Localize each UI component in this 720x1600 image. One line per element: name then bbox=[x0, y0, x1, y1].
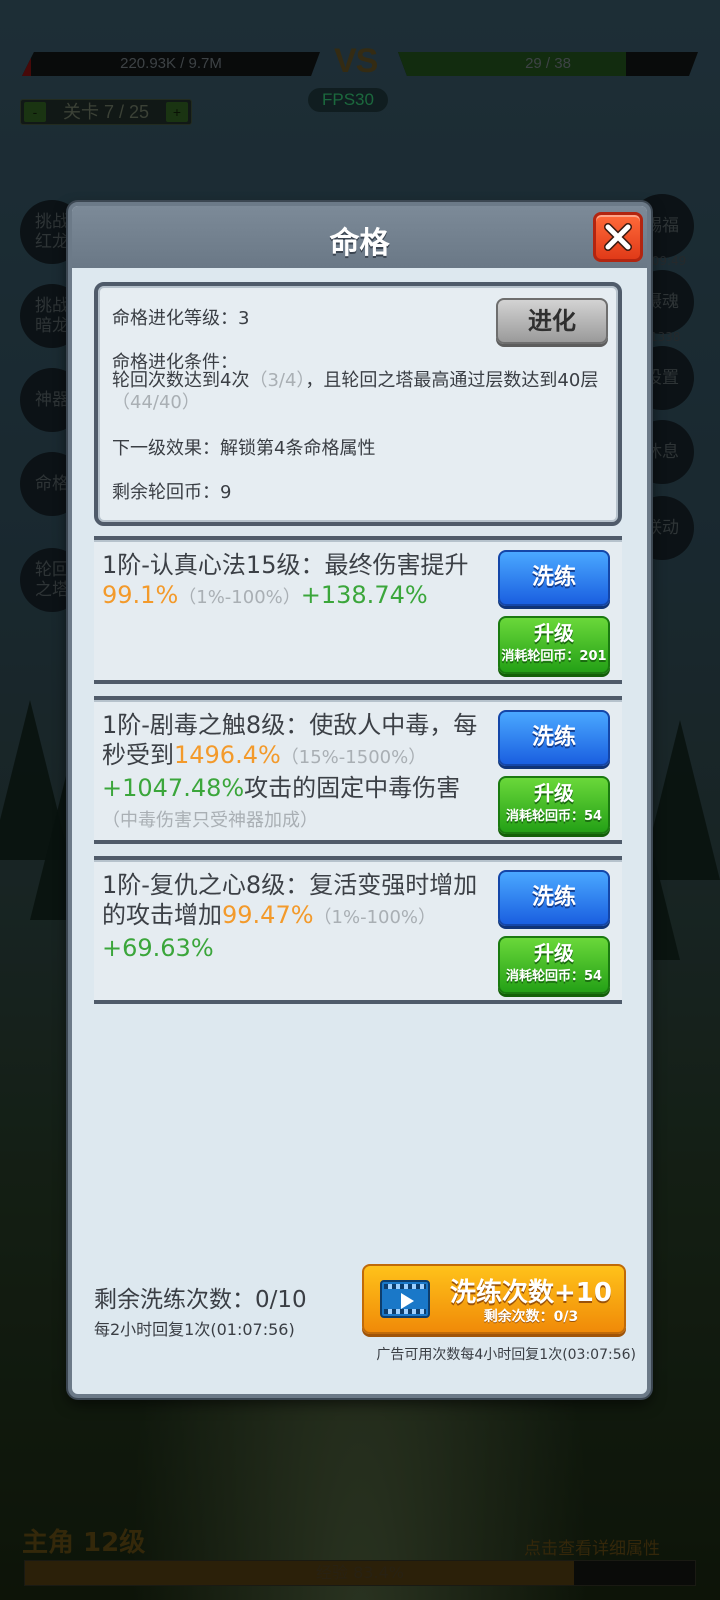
evolution-level: 命格进化等级：3 bbox=[112, 308, 250, 329]
slot-range: （15%-1500%） bbox=[280, 747, 427, 768]
upgrade-label: 升级 bbox=[534, 781, 574, 805]
condition-reincarnation: 轮回次数达到4次 bbox=[112, 370, 250, 391]
slot-bonus: +138.74% bbox=[300, 581, 428, 609]
close-icon bbox=[604, 223, 632, 251]
slot-bonus: +1047.48% bbox=[102, 774, 245, 802]
upgrade-button[interactable]: 升级 消耗轮回币：54 bbox=[498, 936, 610, 994]
dialog-title: 命格 bbox=[329, 226, 390, 261]
ad-button-title: 洗练次数+10 bbox=[450, 1278, 612, 1308]
slot-value: 99.1% bbox=[102, 581, 179, 609]
ad-recover-note: 广告可用次数每4小时回复1次(03:07:56) bbox=[376, 1347, 636, 1363]
upgrade-cost: 消耗轮回币：201 bbox=[501, 649, 607, 664]
refine-recover-timer: 每2小时回复1次(01:07:56) bbox=[94, 1320, 295, 1339]
slot-note: （中毒伤害只受神器加成） bbox=[102, 810, 318, 831]
dialog-header: 命格 bbox=[72, 206, 647, 268]
video-icon bbox=[380, 1280, 430, 1318]
slot-value: 1496.4% bbox=[174, 741, 281, 769]
fate-slot: 1阶-认真心法15级：最终伤害提升99.1%（1%-100%）+138.74% … bbox=[94, 536, 622, 684]
evolve-button[interactable]: 进化 bbox=[496, 298, 608, 344]
remaining-coins: 剩余轮回币：9 bbox=[112, 482, 232, 503]
slot-range: （1%-100%） bbox=[313, 907, 437, 928]
refine-button[interactable]: 洗练 bbox=[498, 710, 610, 766]
evolution-condition: 轮回次数达到4次（3/4），且轮回之塔最高通过层数达到40层 （44/40） bbox=[112, 370, 608, 414]
ad-remaining-count: 剩余次数：0/3 bbox=[483, 1309, 579, 1325]
evolution-info-panel: 命格进化等级：3 进化 命格进化条件： 轮回次数达到4次（3/4），且轮回之塔最… bbox=[94, 282, 622, 526]
next-level-effect: 下一级效果：解锁第4条命格属性 bbox=[112, 438, 376, 459]
remaining-refine-count: 剩余洗练次数：0/10 bbox=[94, 1287, 307, 1313]
slot-title: 1阶-认真心法15级：最终伤害提升 bbox=[102, 551, 469, 579]
fate-slot: 1阶-剧毒之触8级：使敌人中毒，每秒受到1496.4%（15%-1500%）+1… bbox=[94, 696, 622, 844]
upgrade-button[interactable]: 升级 消耗轮回币：54 bbox=[498, 776, 610, 834]
fate-slot: 1阶-复仇之心8级：复活变强时增加的攻击增加99.47%（1%-100%）+69… bbox=[94, 856, 622, 1004]
fate-slot-description: 1阶-剧毒之触8级：使敌人中毒，每秒受到1496.4%（15%-1500%）+1… bbox=[102, 710, 488, 836]
upgrade-button[interactable]: 升级 消耗轮回币：201 bbox=[498, 616, 610, 674]
upgrade-cost: 消耗轮回币：54 bbox=[505, 809, 603, 824]
slot-suffix: 攻击的固定中毒伤害 bbox=[244, 774, 461, 802]
fate-dialog: 命格 命格进化等级：3 进化 命格进化条件： 轮回次数达到4次（3/4），且轮回… bbox=[68, 202, 651, 1398]
slot-bonus: +69.63% bbox=[102, 934, 214, 962]
refine-button[interactable]: 洗练 bbox=[498, 550, 610, 606]
slot-range: （1%-100%） bbox=[178, 587, 301, 608]
condition-tower: ，且轮回之塔最高通过层数达到40层 bbox=[305, 370, 599, 391]
fate-slot-description: 1阶-认真心法15级：最终伤害提升99.1%（1%-100%）+138.74% bbox=[102, 550, 488, 613]
refine-button[interactable]: 洗练 bbox=[498, 870, 610, 926]
fate-slot-description: 1阶-复仇之心8级：复活变强时增加的攻击增加99.47%（1%-100%）+69… bbox=[102, 870, 488, 963]
upgrade-label: 升级 bbox=[534, 621, 574, 645]
slot-value: 99.47% bbox=[222, 901, 314, 929]
watch-ad-refine-button[interactable]: 洗练次数+10 剩余次数：0/3 bbox=[362, 1264, 626, 1334]
close-button[interactable] bbox=[593, 212, 643, 262]
condition-tower-progress: （44/40） bbox=[112, 392, 200, 413]
condition-reincarnation-progress: （3/4） bbox=[249, 370, 306, 391]
upgrade-label: 升级 bbox=[534, 941, 574, 965]
upgrade-cost: 消耗轮回币：54 bbox=[505, 969, 603, 984]
